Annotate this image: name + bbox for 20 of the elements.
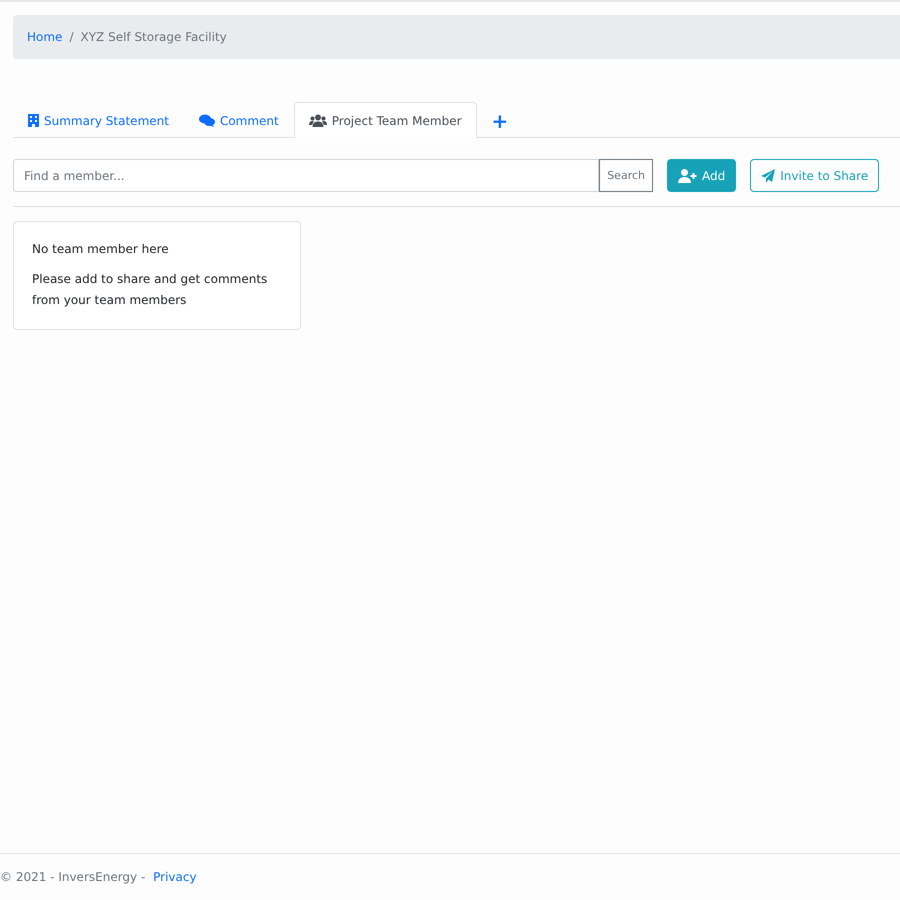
add-button[interactable]: Add — [667, 159, 736, 192]
invite-button[interactable]: Invite to Share — [750, 159, 880, 192]
tab[interactable]: Comment — [184, 102, 294, 138]
search-field[interactable]: Find a member... — [13, 159, 600, 192]
tab[interactable]: Summary Statement — [13, 102, 184, 138]
paper-plane-icon — [761, 168, 776, 182]
user-plus-icon — [678, 168, 697, 182]
breadcrumb-separator: / — [69, 30, 74, 44]
empty-title: No team member here — [32, 242, 170, 256]
breadcrumb-current: XYZ Self Storage Facility — [80, 30, 227, 44]
comments-icon — [198, 114, 215, 127]
privacy-link[interactable]: Privacy — [153, 870, 197, 884]
footer-text: © 2021 - InversEnergy - — [0, 870, 146, 884]
users-icon — [308, 114, 327, 127]
tab[interactable]: Project Team Member — [294, 102, 477, 138]
empty-message: Please add to share and get comments from your team members — [32, 271, 268, 309]
search-button[interactable]: Search — [599, 159, 653, 192]
breadcrumb-link[interactable]: Home — [27, 30, 62, 44]
building-icon — [28, 114, 39, 127]
add-tab[interactable]: + — [476, 102, 518, 138]
